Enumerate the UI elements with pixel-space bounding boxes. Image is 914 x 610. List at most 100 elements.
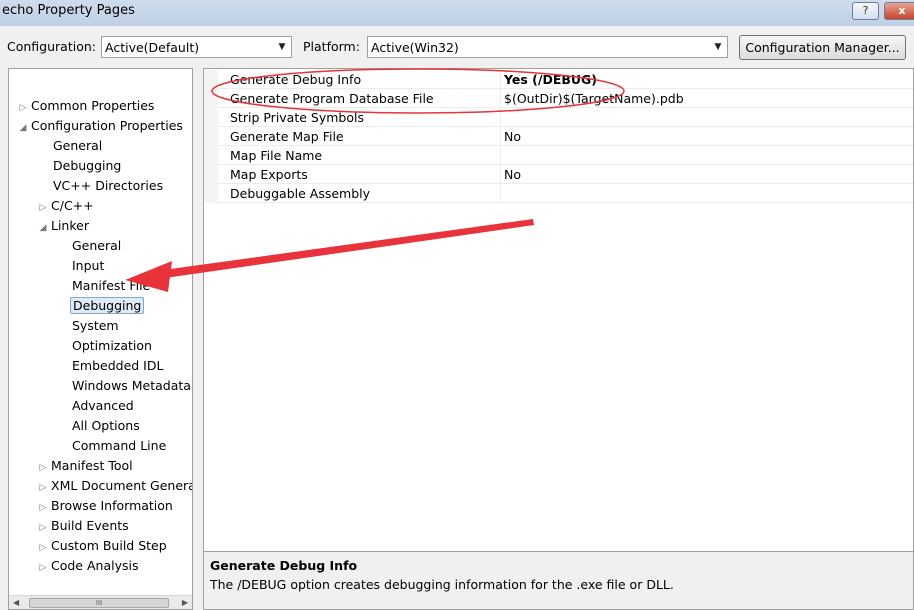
tree-item-label: C/C++: [51, 198, 94, 213]
tree-item[interactable]: All Options: [70, 416, 142, 436]
property-name: Map File Name: [230, 148, 323, 163]
property-value[interactable]: Yes (/DEBUG): [504, 72, 597, 87]
chevron-down-icon: ▼: [278, 42, 286, 52]
tree-item[interactable]: System: [70, 316, 121, 336]
description-text: The /DEBUG option creates debugging info…: [210, 577, 674, 592]
property-tree[interactable]: ▷ Common Properties ◢ Configuration Propert…: [8, 68, 193, 610]
expand-arrow-icon[interactable]: ▷: [37, 198, 49, 218]
tree-item-label: Manifest File: [72, 278, 151, 293]
property-pages-dialog: Configuration: Active(Default) ▼ Platfor…: [0, 26, 914, 610]
property-row[interactable]: Map File Name: [204, 146, 913, 165]
property-row[interactable]: Debuggable Assembly: [204, 184, 913, 203]
scroll-left-icon[interactable]: ◀: [13, 596, 19, 609]
platform-select[interactable]: Active(Win32) ▼: [367, 36, 728, 58]
tree-item-label: Windows Metadata: [72, 378, 191, 393]
tree-item-label: Browse Information: [51, 498, 173, 513]
title-bar: echo Property Pages ? x: [0, 0, 914, 26]
tree-item-label: Manifest Tool: [51, 458, 133, 473]
configuration-value: Active(Default): [105, 40, 200, 55]
tree-item-label: Debugging: [70, 297, 145, 314]
column-divider: [500, 70, 501, 89]
tree-item[interactable]: General: [70, 236, 123, 256]
expand-arrow-icon[interactable]: ▷: [37, 498, 49, 518]
collapse-arrow-icon[interactable]: ◢: [37, 218, 49, 238]
tree-item-label: Common Properties: [31, 98, 155, 113]
tree-item-label: Embedded IDL: [72, 358, 164, 373]
row-gutter: [204, 146, 218, 165]
tree-horizontal-scrollbar[interactable]: ◀ III ▶: [9, 595, 192, 609]
expand-arrow-icon[interactable]: ▷: [37, 538, 49, 558]
tree-item[interactable]: Debugging: [70, 296, 145, 316]
tree-item-label: General: [72, 238, 122, 253]
tree-item[interactable]: Command Line: [70, 436, 168, 456]
tree-item[interactable]: ▷ Custom Build Step: [37, 536, 169, 556]
tree-item-label: Command Line: [72, 438, 167, 453]
property-name: Generate Debug Info: [230, 72, 362, 87]
collapse-arrow-icon[interactable]: ◢: [17, 118, 29, 138]
expand-arrow-icon[interactable]: ▷: [37, 558, 49, 578]
tree-item-label: Optimization: [72, 338, 152, 353]
tree-item-label: Build Events: [51, 518, 129, 533]
property-row[interactable]: Generate Program Database File $(OutDir)$…: [204, 89, 913, 108]
expand-arrow-icon[interactable]: ▷: [37, 478, 49, 498]
tree-item[interactable]: ▷ Code Analysis: [37, 556, 140, 576]
configuration-manager-button[interactable]: Configuration Manager...: [739, 35, 906, 60]
tree-item[interactable]: Embedded IDL: [70, 356, 165, 376]
tree-item[interactable]: Optimization: [70, 336, 154, 356]
tree-item[interactable]: ◢ Configuration Properties: [17, 116, 185, 136]
tree-item-label: Advanced: [72, 398, 134, 413]
column-divider: [500, 184, 501, 203]
tree-item-label: Code Analysis: [51, 558, 139, 573]
tree-item-label: General: [53, 138, 103, 153]
property-name: Debuggable Assembly: [230, 186, 371, 201]
property-row[interactable]: Generate Map File No: [204, 127, 913, 146]
tree-item[interactable]: Input: [70, 256, 106, 276]
tree-item[interactable]: VC++ Directories: [51, 176, 165, 196]
property-name: Generate Map File: [230, 129, 344, 144]
property-name: Strip Private Symbols: [230, 110, 364, 125]
tree-item[interactable]: ▷ XML Document Generat: [37, 476, 192, 498]
column-divider: [500, 108, 501, 127]
property-row[interactable]: Strip Private Symbols: [204, 108, 913, 127]
tree-item[interactable]: ▷ C/C++: [37, 196, 96, 216]
description-pane: Generate Debug Info The /DEBUG option cr…: [203, 551, 914, 610]
column-divider: [500, 165, 501, 184]
tree-item[interactable]: Advanced: [70, 396, 136, 416]
property-value[interactable]: No: [504, 129, 521, 144]
tree-item[interactable]: ▷ Common Properties: [17, 96, 156, 116]
tree-item[interactable]: Manifest File: [70, 276, 152, 296]
configuration-label: Configuration:: [7, 39, 96, 54]
property-name: Map Exports: [230, 167, 308, 182]
row-gutter: [204, 127, 218, 146]
configuration-select[interactable]: Active(Default) ▼: [101, 36, 292, 58]
expand-arrow-icon[interactable]: ▷: [17, 98, 29, 118]
close-button[interactable]: x: [884, 2, 914, 20]
property-grid: Generate Debug Info Yes (/DEBUG) Generate …: [203, 68, 914, 575]
property-row[interactable]: Generate Debug Info Yes (/DEBUG): [204, 70, 913, 89]
property-row[interactable]: Map Exports No: [204, 165, 913, 184]
scroll-right-icon[interactable]: ▶: [182, 596, 188, 609]
tree-item[interactable]: ▷ Manifest Tool: [37, 456, 135, 476]
tree-item[interactable]: Debugging: [51, 156, 123, 176]
tree-item-label: Configuration Properties: [31, 118, 183, 133]
expand-arrow-icon[interactable]: ▷: [37, 518, 49, 538]
platform-value: Active(Win32): [371, 40, 459, 55]
tree-item-label: Debugging: [53, 158, 122, 173]
tree-item[interactable]: Windows Metadata: [70, 376, 192, 396]
scroll-thumb[interactable]: III: [29, 598, 169, 608]
row-gutter: [204, 165, 218, 184]
expand-arrow-icon[interactable]: ▷: [37, 458, 49, 478]
tree-item[interactable]: ▷ Browse Information: [37, 496, 175, 516]
help-button[interactable]: ?: [852, 2, 879, 20]
property-value[interactable]: $(OutDir)$(TargetName).pdb: [504, 91, 684, 106]
column-divider: [500, 146, 501, 165]
tree-item[interactable]: ◢ Linker: [37, 216, 91, 236]
description-title: Generate Debug Info: [210, 558, 358, 573]
tree-item[interactable]: General: [51, 136, 104, 156]
row-gutter: [204, 108, 218, 127]
tree-item[interactable]: ▷ Build Events: [37, 516, 131, 536]
column-divider: [500, 127, 501, 146]
row-gutter: [204, 89, 218, 108]
property-value[interactable]: No: [504, 167, 521, 182]
platform-label: Platform:: [303, 39, 360, 54]
